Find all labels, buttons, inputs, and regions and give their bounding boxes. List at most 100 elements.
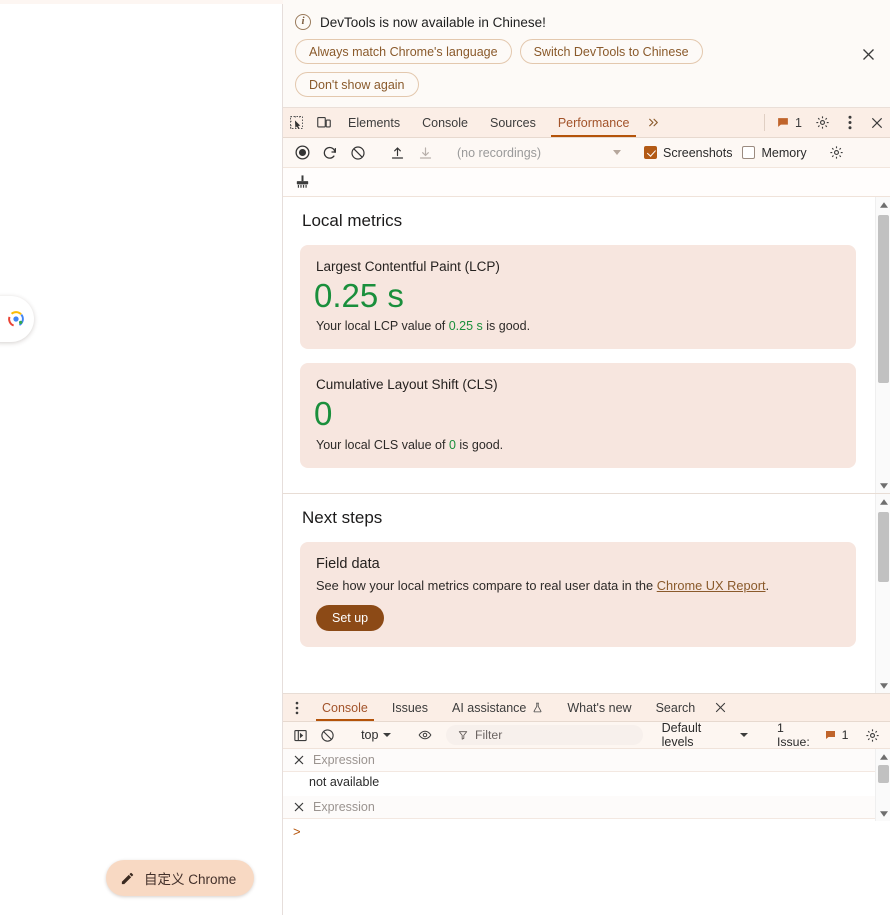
next-steps-scrollbar-thumb[interactable] — [878, 512, 889, 582]
remove-live-expression-icon[interactable] — [293, 801, 305, 813]
metric-desc-cls-prefix: Your local CLS value of — [316, 437, 449, 452]
recordings-dropdown-label: (no recordings) — [457, 145, 542, 160]
remove-live-expression-icon[interactable] — [293, 754, 305, 766]
drawer-tab-console-label: Console — [322, 700, 368, 715]
devtools-window: i DevTools is now available in Chinese! … — [283, 0, 890, 915]
live-expression-eye-icon[interactable] — [413, 723, 437, 747]
metric-desc-cls-suffix: is good. — [455, 437, 504, 452]
console-scrollbar-thumb[interactable] — [878, 765, 889, 783]
set-up-button[interactable]: Set up — [316, 605, 385, 631]
close-devtools-icon[interactable] — [863, 108, 890, 137]
scroll-up-arrow-icon[interactable] — [876, 494, 890, 509]
clear-console-icon[interactable] — [316, 723, 340, 747]
tab-performance[interactable]: Performance — [547, 108, 641, 137]
chevron-down-icon — [613, 150, 621, 155]
drawer-tab-console[interactable]: Console — [310, 694, 380, 721]
console-sidebar-toggle-icon[interactable] — [289, 723, 313, 747]
chrome-ux-report-link[interactable]: Chrome UX Report — [657, 578, 766, 593]
performance-settings-gear-icon[interactable] — [824, 140, 850, 166]
field-data-body: See how your local metrics compare to re… — [316, 578, 840, 593]
metric-card-cls: Cumulative Layout Shift (CLS) 0 Your loc… — [300, 363, 856, 468]
scroll-up-arrow-icon[interactable] — [876, 197, 890, 212]
info-icon: i — [295, 14, 311, 30]
more-tabs-icon[interactable] — [640, 108, 667, 137]
live-expression-row[interactable]: Expression — [283, 796, 890, 819]
clear-brush-icon[interactable] — [289, 169, 315, 195]
record-button[interactable] — [289, 140, 315, 166]
console-context-dropdown[interactable]: top — [354, 728, 398, 742]
drawer-more-options-icon[interactable] — [283, 694, 310, 721]
customize-chrome-button[interactable]: 自定义 Chrome — [106, 860, 255, 896]
inspect-element-icon[interactable] — [283, 108, 310, 137]
field-data-body-prefix: See how your local metrics compare to re… — [316, 578, 657, 593]
browser-page-area — [0, 0, 283, 915]
field-data-body-suffix: . — [765, 578, 770, 593]
tab-elements[interactable]: Elements — [337, 108, 411, 137]
console-scrollbar[interactable] — [875, 749, 890, 821]
console-settings-gear-icon[interactable] — [860, 723, 884, 747]
next-steps-scrollbar[interactable] — [875, 494, 890, 693]
export-profile-icon — [412, 140, 438, 166]
console-levels-label: Default levels — [661, 721, 702, 749]
recordings-dropdown[interactable]: (no recordings) — [451, 146, 627, 160]
metric-desc-lcp-suffix: is good. — [482, 319, 531, 334]
live-expression-placeholder: Expression — [313, 753, 375, 767]
drawer-tab-whats-new-label: What's new — [567, 700, 632, 715]
always-match-language-button[interactable]: Always match Chrome's language — [295, 39, 512, 64]
console-issues-count: 1 — [841, 728, 849, 742]
record-reload-button[interactable] — [317, 140, 343, 166]
live-expression-value: not available — [283, 772, 890, 796]
local-metrics-pane: Local metrics Largest Contentful Paint (… — [283, 197, 890, 494]
close-drawer-icon[interactable] — [707, 694, 734, 721]
console-levels-dropdown[interactable]: Default levels — [654, 721, 756, 749]
screenshots-checkbox[interactable]: Screenshots — [640, 146, 736, 160]
flask-icon — [532, 701, 543, 714]
metric-desc-lcp-value: 0.25 s — [448, 319, 483, 334]
memory-checkbox[interactable]: Memory — [738, 146, 810, 160]
console-filter-input[interactable]: Filter — [445, 725, 643, 745]
dont-show-again-button[interactable]: Don't show again — [295, 72, 419, 97]
metrics-scrollbar-thumb[interactable] — [878, 215, 889, 383]
notification-message: DevTools is now available in Chinese! — [320, 14, 546, 30]
import-profile-icon[interactable] — [384, 140, 410, 166]
memory-checkbox-box — [742, 146, 756, 159]
scroll-down-arrow-icon[interactable] — [876, 678, 890, 693]
drawer-tab-issues-label: Issues — [391, 700, 429, 715]
tab-console[interactable]: Console — [411, 108, 479, 137]
screen-root: 自定义 Chrome i DevTools is now available i… — [0, 0, 890, 915]
issue-message-icon — [824, 729, 837, 741]
pencil-icon — [120, 871, 135, 886]
metric-value-lcp: 0.25 s — [314, 277, 404, 314]
close-notification-icon[interactable] — [858, 44, 878, 64]
drawer-tab-search-label: Search — [655, 700, 696, 715]
metric-desc-cls: Your local CLS value of 0 is good. — [316, 438, 840, 452]
scroll-up-arrow-icon[interactable] — [876, 749, 890, 764]
console-output: Expression not available Expression > — [283, 749, 890, 915]
more-options-icon[interactable] — [836, 108, 863, 137]
metric-value-cls: 0 — [314, 395, 333, 433]
performance-toolbar: (no recordings) Screenshots Memory — [283, 138, 890, 168]
scroll-down-arrow-icon[interactable] — [876, 806, 890, 821]
drawer-tab-ai-assistance[interactable]: AI assistance — [440, 694, 555, 721]
chevron-down-icon — [739, 733, 748, 737]
issues-badge[interactable]: 1 — [769, 108, 809, 137]
metric-desc-lcp: Your local LCP value of 0.25 s is good. — [316, 319, 840, 333]
metrics-scrollbar[interactable] — [875, 197, 890, 493]
metric-desc-cls-value: 0 — [448, 437, 456, 452]
settings-gear-icon[interactable] — [809, 108, 836, 137]
drawer-tab-ai-assistance-label: AI assistance — [452, 700, 527, 715]
switch-devtools-language-button[interactable]: Switch DevTools to Chinese — [519, 39, 703, 64]
drawer-tab-issues[interactable]: Issues — [380, 694, 440, 721]
console-issues-link[interactable]: 1 Issue: 1 — [771, 721, 855, 749]
drawer-tab-search[interactable]: Search — [644, 694, 708, 721]
device-toolbar-icon[interactable] — [310, 108, 337, 137]
tab-performance-label: Performance — [557, 115, 630, 130]
local-metrics-title: Local metrics — [302, 211, 403, 230]
clear-recording-button[interactable] — [345, 140, 371, 166]
drawer-tab-whats-new[interactable]: What's new — [555, 694, 643, 721]
scroll-down-arrow-icon[interactable] — [876, 478, 890, 493]
tab-sources[interactable]: Sources — [479, 108, 547, 137]
live-expression-row[interactable]: Expression — [283, 749, 890, 772]
console-prompt-row[interactable]: > — [283, 819, 890, 844]
issues-badge-count: 1 — [795, 115, 802, 130]
